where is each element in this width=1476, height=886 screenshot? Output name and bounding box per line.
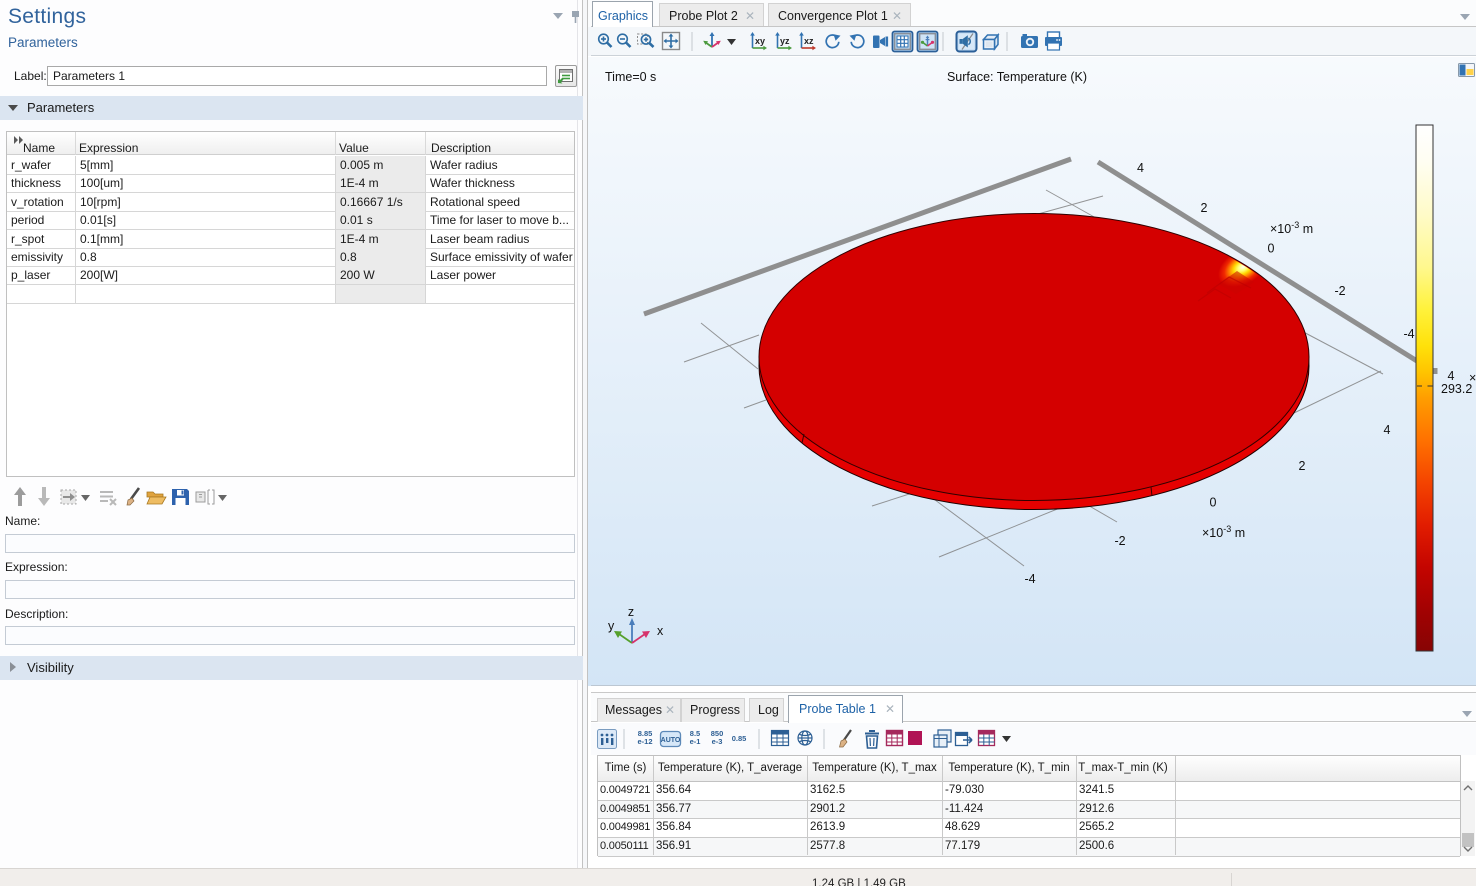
svg-text:e-12: e-12 — [637, 737, 652, 746]
svg-text:293.2: 293.2 — [1441, 382, 1472, 396]
svg-text:Time=0 s: Time=0 s — [605, 70, 656, 84]
svg-text:2: 2 — [1201, 201, 1208, 215]
svg-text:-2: -2 — [1114, 534, 1125, 548]
svg-text:4: 4 — [1137, 161, 1144, 175]
svg-text:-4: -4 — [1024, 572, 1035, 586]
svg-text:×10-3 m: ×10-3 m — [1270, 220, 1313, 236]
svg-text:0: 0 — [1210, 496, 1217, 510]
svg-text:yz: yz — [780, 36, 790, 46]
svg-text:0.85: 0.85 — [732, 734, 747, 743]
svg-text:4: 4 — [1448, 369, 1455, 383]
svg-text:y: y — [608, 619, 615, 633]
svg-text:2: 2 — [1299, 459, 1306, 473]
svg-text:xz: xz — [804, 36, 814, 46]
svg-text:0: 0 — [1268, 242, 1275, 256]
svg-text:z: z — [628, 605, 634, 619]
svg-text:-4: -4 — [1403, 327, 1414, 341]
svg-text:xy: xy — [755, 36, 765, 46]
svg-text:e-1: e-1 — [690, 737, 701, 746]
svg-text:Surface: Temperature (K): Surface: Temperature (K) — [947, 70, 1087, 84]
svg-text:AUTO: AUTO — [661, 737, 681, 744]
svg-text:×10-3 m: ×10-3 m — [1202, 524, 1245, 540]
svg-text:e-3: e-3 — [712, 737, 723, 746]
svg-text:x: x — [657, 624, 664, 638]
svg-text:-2: -2 — [1334, 284, 1345, 298]
svg-text:4: 4 — [1384, 423, 1391, 437]
